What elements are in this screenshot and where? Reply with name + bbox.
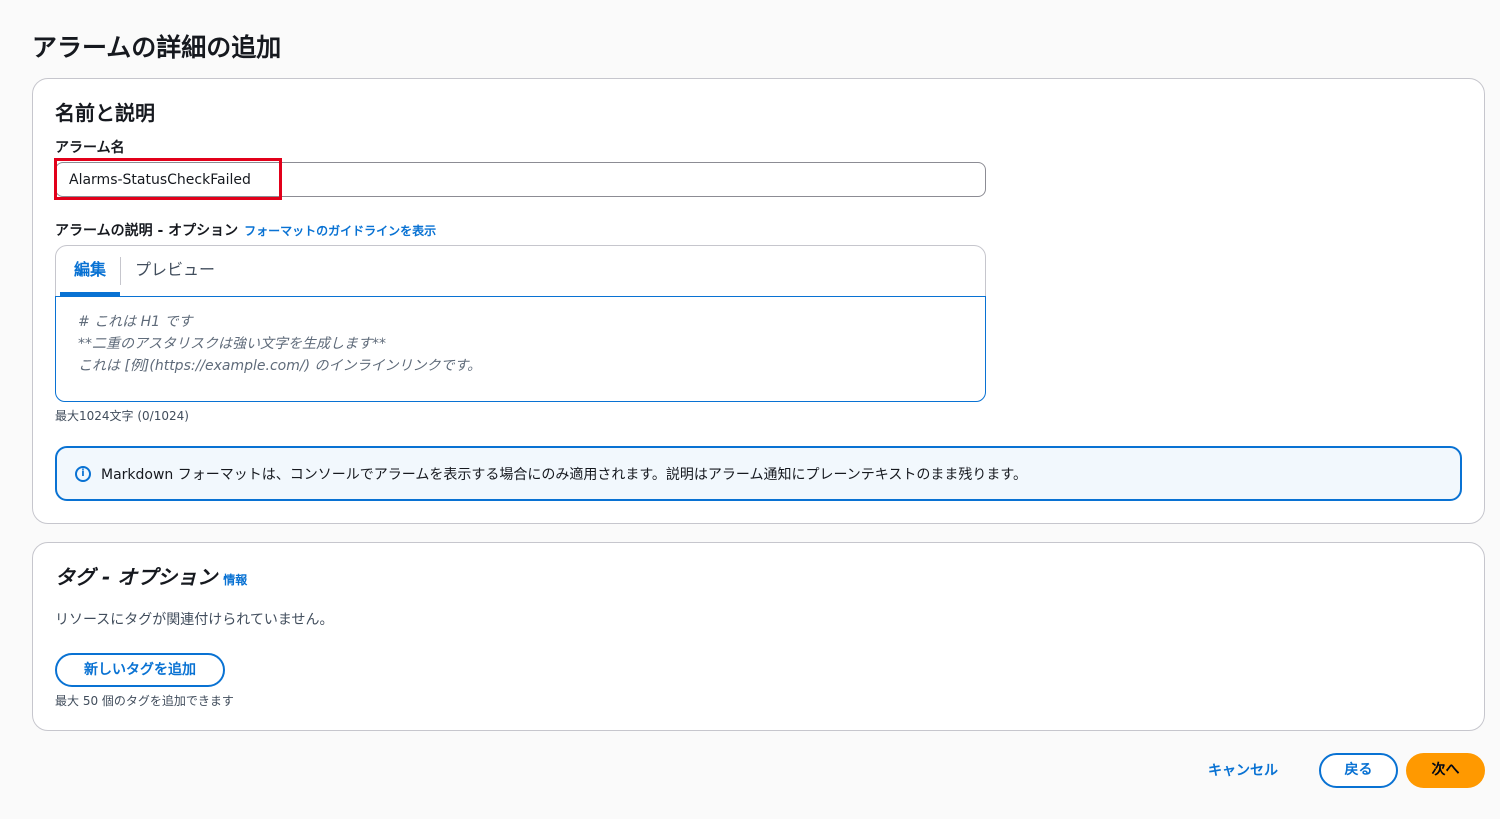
info-icon: i: [75, 465, 91, 482]
description-label-row: アラームの説明 - オプション フォーマットのガイドラインを表示: [55, 220, 436, 240]
info-text: Markdown フォーマットは、コンソールでアラームを表示する場合にのみ適用さ…: [101, 466, 1027, 483]
char-count: 最大1024文字 (0/1024): [55, 409, 189, 423]
tags-empty-text: リソースにタグが関連付けられていません。: [55, 612, 334, 628]
description-textarea[interactable]: # これは H1 です **二重のアスタリスクは強い文字を生成します** これは…: [55, 296, 986, 402]
section-title-name: 名前と説明: [55, 101, 155, 125]
add-tag-button[interactable]: 新しいタグを追加: [55, 653, 225, 687]
cancel-button[interactable]: キャンセル: [1208, 760, 1278, 780]
description-editor: 編集 プレビュー # これは H1 です **二重のアスタリスクは強い文字を生成…: [55, 245, 986, 402]
placeholder-line: # これは H1 です: [78, 314, 193, 330]
description-label: アラームの説明 - オプション: [55, 223, 239, 239]
placeholder-line: **二重のアスタリスクは強い文字を生成します**: [78, 336, 386, 352]
tags-info-link[interactable]: 情報: [223, 573, 247, 587]
tab-preview[interactable]: プレビュー: [135, 246, 215, 296]
alarm-name-label: アラーム名: [55, 140, 125, 156]
info-alert: i Markdown フォーマットは、コンソールでアラームを表示する場合にのみ適…: [55, 446, 1462, 501]
tab-edit[interactable]: 編集: [60, 246, 120, 296]
next-button[interactable]: 次へ: [1406, 753, 1485, 788]
tags-hint: 最大 50 個のタグを追加できます: [55, 694, 234, 708]
alarm-name-input[interactable]: [55, 162, 986, 197]
format-guide-link[interactable]: フォーマットのガイドラインを表示: [244, 224, 436, 238]
placeholder-line: これは [例](https://example.com/) のインラインリンクで…: [78, 358, 482, 374]
back-button[interactable]: 戻る: [1319, 753, 1398, 788]
name-description-card: 名前と説明 アラーム名 アラームの説明 - オプションフォーマットのガイドライン…: [32, 78, 1485, 524]
tags-title: タグ - オプション: [55, 565, 218, 589]
page-title: アラームの詳細の追加: [32, 33, 282, 62]
tags-card: タグ - オプション 情報 リソースにタグが関連付けられていません。 新しいタグを…: [32, 542, 1485, 731]
section-title-tags: タグ - オプション 情報: [55, 561, 247, 590]
tab-divider: [120, 257, 121, 285]
